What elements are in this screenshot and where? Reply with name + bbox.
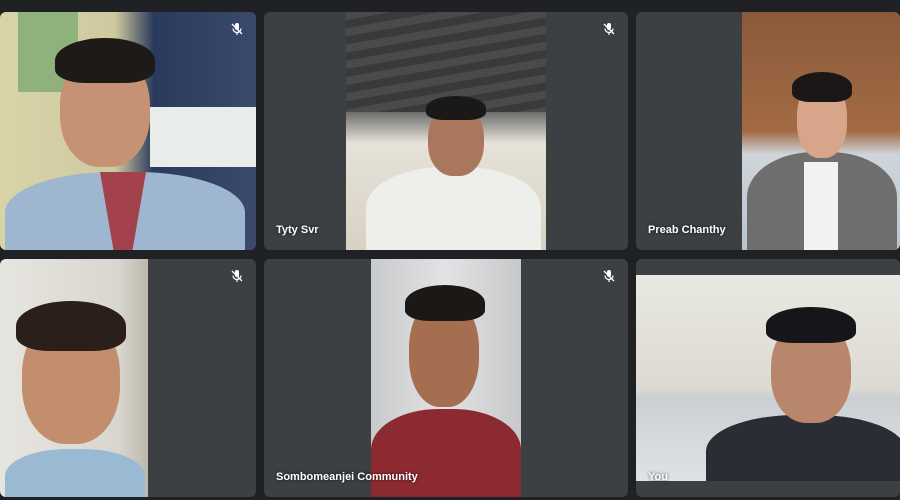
mic-off-icon	[230, 269, 244, 283]
participant-video	[346, 12, 546, 250]
participant-tile[interactable]	[0, 259, 256, 497]
self-view-tile[interactable]: You	[636, 259, 900, 497]
participant-name: Tyty Svr	[276, 224, 319, 236]
participant-figure	[742, 12, 900, 250]
participant-tile[interactable]	[0, 12, 256, 250]
participant-name: Sombomeanjei Community	[276, 471, 418, 483]
participant-video	[371, 259, 521, 497]
participant-tile[interactable]: Tyty Svr	[264, 12, 628, 250]
participant-name: You	[648, 471, 668, 483]
participant-name: Preab Chanthy	[648, 224, 726, 236]
participant-figure	[346, 12, 546, 250]
mic-off-icon	[230, 22, 244, 36]
mic-off-icon	[602, 269, 616, 283]
video-grid: Tyty Svr Preab Chanthy Sombomeanjei Comm…	[0, 0, 900, 500]
participant-figure	[0, 259, 148, 497]
participant-figure	[371, 259, 521, 497]
participant-tile[interactable]: Preab Chanthy	[636, 12, 900, 250]
participant-video	[636, 275, 900, 481]
mic-off-icon	[602, 22, 616, 36]
participant-video	[742, 12, 900, 250]
participant-video	[0, 12, 256, 250]
participant-figure	[636, 275, 900, 481]
participant-figure	[0, 12, 256, 250]
participant-video	[0, 259, 148, 497]
participant-tile[interactable]: Sombomeanjei Community	[264, 259, 628, 497]
